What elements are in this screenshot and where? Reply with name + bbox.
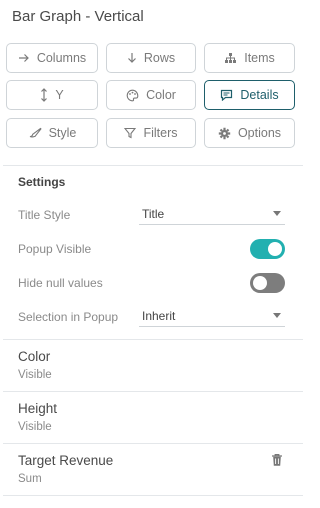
columns-button-label: Columns [36, 51, 87, 65]
y-button-label: Y [55, 88, 64, 102]
item-height-name[interactable]: Height [18, 401, 57, 416]
y-button[interactable]: Y [6, 80, 98, 110]
arrow-right-icon [18, 53, 30, 63]
color-button-label: Color [146, 88, 176, 102]
title-style-label: Title Style [18, 208, 71, 222]
color-button[interactable]: Color [106, 80, 196, 110]
rows-button[interactable]: Rows [106, 43, 196, 73]
settings-heading: Settings [18, 175, 66, 189]
details-button[interactable]: Details [204, 80, 295, 110]
selection-popup-label: Selection in Popup [18, 310, 119, 324]
trash-icon[interactable] [271, 453, 283, 472]
hierarchy-icon [224, 52, 237, 64]
palette-icon [126, 89, 139, 102]
filters-button[interactable]: Filters [106, 118, 196, 148]
item-divider [3, 391, 303, 392]
items-button[interactable]: Items [204, 43, 295, 73]
arrow-down-icon [127, 52, 137, 64]
item-divider [3, 443, 303, 444]
hide-null-label: Hide null values [18, 276, 103, 290]
details-button-label: Details [240, 88, 279, 102]
gear-icon [218, 127, 231, 140]
filter-icon [124, 127, 137, 139]
selection-popup-value: Inherit [142, 308, 176, 323]
style-button[interactable]: Style [6, 118, 98, 148]
title-style-value: Title [142, 206, 165, 221]
item-color-name[interactable]: Color [18, 349, 50, 364]
item-target-revenue-name[interactable]: Target Revenue [18, 453, 113, 468]
options-button[interactable]: Options [204, 118, 295, 148]
rows-button-label: Rows [143, 51, 176, 65]
popup-visible-toggle[interactable] [250, 239, 285, 259]
popup-visible-label: Popup Visible [18, 242, 92, 256]
item-divider [3, 495, 303, 496]
vertical-arrows-icon [40, 88, 48, 102]
style-button-label: Style [48, 126, 77, 140]
item-target-revenue-sub: Sum [18, 473, 42, 485]
item-color-sub: Visible [18, 369, 52, 381]
caret-down-icon [273, 211, 281, 216]
item-height-sub: Visible [18, 421, 52, 433]
caret-down-icon [273, 313, 281, 318]
hide-null-toggle[interactable] [250, 273, 285, 293]
filters-button-label: Filters [143, 126, 178, 140]
title-style-select[interactable]: Title [139, 203, 285, 225]
panel-title: Bar Graph - Vertical [12, 8, 144, 25]
items-button-label: Items [244, 51, 275, 65]
message-icon [220, 89, 233, 101]
section-divider [3, 165, 303, 166]
selection-popup-select[interactable]: Inherit [139, 305, 285, 327]
options-button-label: Options [237, 126, 282, 140]
brush-icon [28, 127, 42, 139]
columns-button[interactable]: Columns [6, 43, 98, 73]
section-divider [3, 339, 303, 340]
